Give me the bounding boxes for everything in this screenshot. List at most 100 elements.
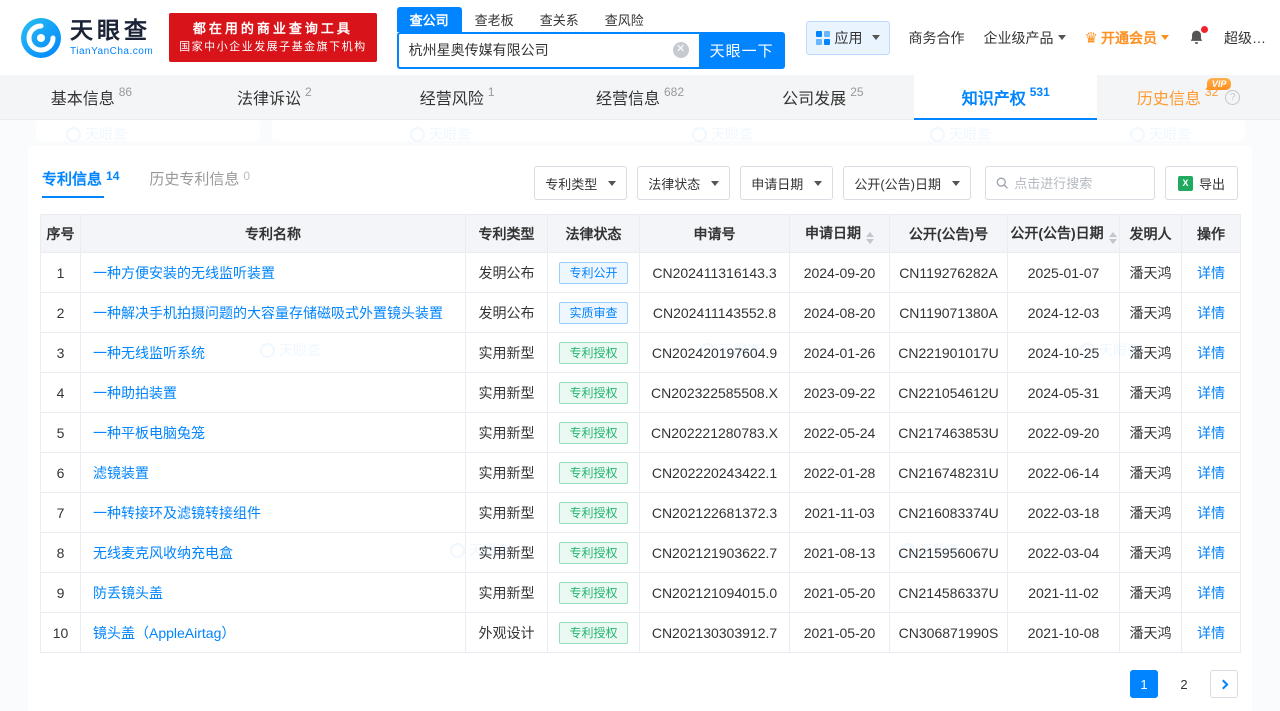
nav-enterprise-products[interactable]: 企业级产品 [984,28,1066,48]
patent-name-link[interactable]: 镜头盖（AppleAirtag） [93,625,235,641]
tab-intellectual-property[interactable]: 知识产权 531 [914,75,1097,119]
tab-history-info[interactable]: VIP 历史信息 32 ? [1097,75,1280,119]
search-tab-risk[interactable]: 查风险 [592,7,657,32]
cell-publication-no: CN221054612U [890,373,1008,413]
detail-link[interactable]: 详情 [1197,585,1225,601]
status-badge: 专利授权 [559,422,627,444]
tianyancha-logo[interactable]: 天眼查 TianYanCha.com [20,17,153,59]
cell-serial: 9 [41,573,81,613]
search-tab-relation[interactable]: 查关系 [527,7,592,32]
detail-link[interactable]: 详情 [1197,505,1225,521]
chevron-right-icon [1218,679,1228,689]
search-tab-boss[interactable]: 查老板 [462,7,527,32]
detail-link[interactable]: 详情 [1197,345,1225,361]
patent-name-link[interactable]: 无线麦克风收纳充电盒 [93,545,233,561]
tab-count: 682 [664,85,684,99]
tab-label: 经营风险 [420,85,484,109]
cell-serial: 8 [41,533,81,573]
filter-legal-status[interactable]: 法律状态 [637,166,730,200]
cell-patent-name: 一种助拍装置 [81,373,466,413]
tab-count: 1 [488,85,495,99]
patent-search-input[interactable] [1014,176,1144,191]
cell-publication-date: 2022-03-04 [1008,533,1120,573]
pagination: 1 2 [40,670,1240,698]
cell-patent-type: 实用新型 [466,453,548,493]
col-publication-no: 公开(公告)号 [890,215,1008,253]
patent-name-link[interactable]: 一种平板电脑兔笼 [93,425,205,441]
filter-patent-type[interactable]: 专利类型 [534,166,627,200]
tab-history-patent-info[interactable]: 历史专利信息 0 [149,168,250,198]
detail-link[interactable]: 详情 [1197,465,1225,481]
company-search-input[interactable] [409,42,673,58]
export-button[interactable]: X 导出 [1165,166,1238,200]
tab-count: 32 [1205,85,1218,99]
clear-search-icon[interactable]: ✕ [673,42,689,58]
cell-patent-name: 防丢镜头盖 [81,573,466,613]
nav-super-vip[interactable]: 超级… [1224,28,1266,48]
cell-patent-name: 一种解决手机拍摄问题的大容量存储磁吸式外置镜头装置 [81,293,466,333]
detail-link[interactable]: 详情 [1197,425,1225,441]
cell-inventor: 潘天鸿 [1120,293,1182,333]
filter-label: 专利类型 [545,174,597,193]
col-inventor: 发明人 [1120,215,1182,253]
filter-publication-date[interactable]: 公开(公告)日期 [843,166,971,200]
patent-name-link[interactable]: 防丢镜头盖 [93,585,163,601]
patent-name-link[interactable]: 一种无线监听系统 [93,345,205,361]
tab-operational-risk[interactable]: 经营风险 1 [366,75,549,119]
tab-legal-proceedings[interactable]: 法律诉讼 2 [183,75,366,119]
page-1-button[interactable]: 1 [1130,670,1158,698]
patent-name-link[interactable]: 一种转接环及滤镜转接组件 [93,505,261,521]
sort-icon[interactable] [1109,232,1117,244]
tab-basic-info[interactable]: 基本信息 86 [0,75,183,119]
tab-company-development[interactable]: 公司发展 25 [731,75,914,119]
promo-line1: 都在用的商业查询工具 [179,19,367,39]
cell-legal-status: 专利授权 [548,453,640,493]
detail-link[interactable]: 详情 [1197,545,1225,561]
patent-name-link[interactable]: 一种助拍装置 [93,385,177,401]
chevron-down-icon [952,181,960,186]
page-2-button[interactable]: 2 [1170,670,1198,698]
patent-search-box[interactable] [985,166,1155,200]
cell-legal-status: 实质审查 [548,293,640,333]
nav-vip-label: 开通会员 [1101,28,1157,48]
cell-publication-no: CN216083374U [890,493,1008,533]
filter-application-date[interactable]: 申请日期 [740,166,833,200]
detail-link[interactable]: 详情 [1197,265,1225,281]
patent-name-link[interactable]: 一种方便安装的无线监听装置 [93,265,275,281]
patent-table: 序号 专利名称 专利类型 法律状态 申请号 申请日期 公开(公告)号 公开(公告… [40,214,1241,653]
detail-link[interactable]: 详情 [1197,625,1225,641]
cell-application-date: 2021-08-13 [790,533,890,573]
search-button[interactable]: 天眼一下 [699,32,785,69]
cell-publication-no: CN216748231U [890,453,1008,493]
company-search-box[interactable]: ✕ [397,32,699,69]
next-page-button[interactable] [1210,670,1238,698]
col-application-date: 申请日期 [790,215,890,253]
patent-name-link[interactable]: 滤镜装置 [93,465,149,481]
detail-link[interactable]: 详情 [1197,385,1225,401]
filter-label: 申请日期 [751,174,803,193]
table-row: 3 一种无线监听系统 实用新型 专利授权 CN202420197604.9 20… [41,333,1241,373]
nav-business-cooperation[interactable]: 商务合作 [909,28,965,48]
patent-table-body: 1 一种方便安装的无线监听装置 发明公布 专利公开 CN202411316143… [41,253,1241,653]
sort-icon[interactable] [866,232,874,244]
top-nav: 应用 商务合作 企业级产品 ♛ 开通会员 超级… [806,21,1266,55]
tab-patent-info[interactable]: 专利信息 14 [42,168,119,198]
cell-application-no: CN202220243422.1 [640,453,790,493]
nav-open-membership[interactable]: ♛ 开通会员 [1085,28,1169,48]
notification-bell-icon[interactable] [1188,29,1205,46]
cell-publication-no: CN306871990S [890,613,1008,653]
brand-name: 天眼查 [70,18,153,43]
cell-publication-no: CN217463853U [890,413,1008,453]
cell-patent-name: 镜头盖（AppleAirtag） [81,613,466,653]
help-icon[interactable]: ? [1225,90,1240,105]
status-badge: 实质审查 [559,302,627,324]
tab-business-info[interactable]: 经营信息 682 [549,75,732,119]
nav-apps-menu[interactable]: 应用 [806,21,890,55]
cell-action: 详情 [1182,413,1241,453]
search-area: 查公司 查老板 查关系 查风险 ✕ 天眼一下 [397,7,785,69]
patent-name-link[interactable]: 一种解决手机拍摄问题的大容量存储磁吸式外置镜头装置 [93,305,443,321]
search-tab-company[interactable]: 查公司 [397,7,462,32]
table-row: 5 一种平板电脑兔笼 实用新型 专利授权 CN202221280783.X 20… [41,413,1241,453]
detail-link[interactable]: 详情 [1197,305,1225,321]
tab-label: 公司发展 [782,85,846,109]
